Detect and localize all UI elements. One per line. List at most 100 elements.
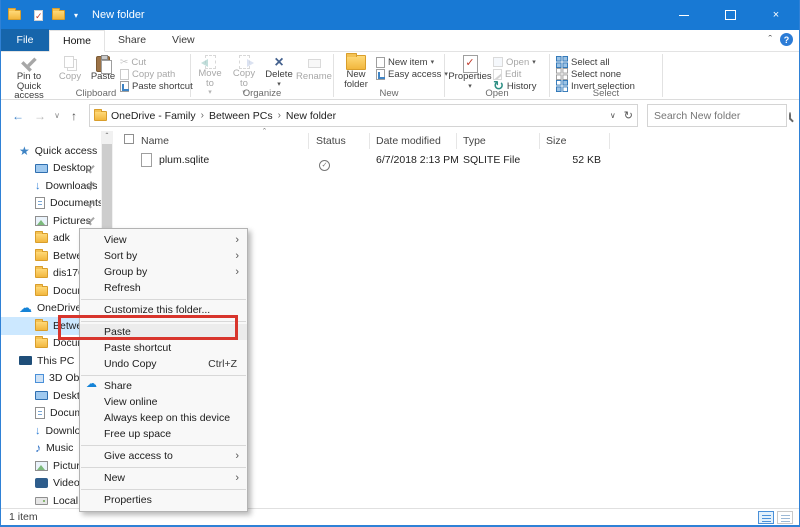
paste-icon (96, 56, 110, 72)
column-header-name[interactable]: Name (141, 131, 169, 151)
qat-new-folder-icon[interactable] (52, 10, 65, 20)
close-button[interactable]: × (753, 0, 799, 30)
column-header-date-modified[interactable]: Date modified (376, 131, 441, 151)
breadcrumb-onedrive[interactable]: OneDrive - Family (107, 110, 200, 122)
move-to-icon (205, 55, 216, 69)
easy-access-button[interactable]: Easy access ▾ (376, 69, 438, 80)
address-bar: ← → ∨ ↑ OneDrive - Family › Between PCs … (1, 100, 799, 131)
menu-item-share[interactable]: ☁Share (80, 378, 247, 394)
menu-label: Paste shortcut (104, 342, 171, 354)
column-header-type[interactable]: Type (463, 131, 486, 151)
maximize-button[interactable] (707, 0, 753, 30)
search-box (647, 104, 787, 127)
button-label: Delete (265, 70, 292, 80)
help-icon[interactable]: ? (780, 33, 793, 46)
file-icon (141, 153, 152, 167)
address-box[interactable]: OneDrive - Family › Between PCs › New fo… (89, 104, 638, 127)
select-all-button[interactable]: Select all (556, 57, 652, 68)
sidebar-item-downloads[interactable]: ↓Downloads (1, 177, 101, 195)
tab-share[interactable]: Share (105, 29, 159, 51)
minimize-button[interactable] (661, 0, 707, 30)
ribbon-group-clipboard: Pin to Quick access Copy Paste ✂ Cut (4, 52, 188, 100)
rename-icon (308, 59, 321, 68)
tab-view[interactable]: View (159, 29, 208, 51)
folder-icon (35, 338, 48, 348)
group-label-select: Select (552, 88, 660, 99)
sidebar-item-pictures[interactable]: Pictures (1, 212, 101, 230)
ribbon: Pin to Quick access Copy Paste ✂ Cut (1, 52, 799, 100)
move-to-button: Move to ▾ (193, 55, 227, 88)
scroll-up-icon[interactable]: ˆ (101, 131, 113, 143)
button-label: New folder (337, 70, 375, 89)
sidebar-item-desktop[interactable]: Desktop (1, 160, 101, 178)
qat-properties-icon[interactable]: ✓ (34, 10, 43, 21)
tab-home[interactable]: Home (49, 30, 105, 52)
item-count: 1 item (9, 511, 38, 523)
sidebar-item-documents[interactable]: Documents (1, 195, 101, 213)
pin-to-quick-access-button[interactable]: Pin to Quick access (4, 55, 54, 88)
back-icon[interactable]: ← (9, 100, 27, 131)
column-header-size[interactable]: Size (546, 131, 566, 151)
menu-item-view-online[interactable]: View online (80, 394, 247, 410)
ribbon-separator (662, 54, 663, 97)
onedrive-cloud-icon: ☁ (19, 303, 32, 313)
delete-button[interactable]: × Delete ▾ (261, 55, 297, 88)
new-folder-button[interactable]: New folder (336, 55, 376, 88)
sidebar-item-quick-access[interactable]: ★Quick access (1, 142, 101, 160)
cut-button: ✂ Cut (120, 57, 186, 68)
refresh-icon[interactable]: ↻ (624, 109, 633, 122)
menu-separator (81, 489, 246, 490)
ribbon-separator (333, 54, 334, 97)
details-view-button[interactable] (758, 511, 774, 524)
recent-locations-icon[interactable]: ∨ (51, 100, 63, 131)
tab-file[interactable]: File (1, 29, 49, 51)
menu-item-group-by[interactable]: Group by› (80, 264, 247, 280)
folder-icon (35, 233, 48, 243)
search-icon[interactable] (789, 112, 791, 120)
menu-item-give-access-to[interactable]: Give access to› (80, 448, 247, 464)
qat-dropdown-icon[interactable]: ▾ (74, 11, 78, 20)
videos-icon (35, 478, 48, 488)
search-input[interactable] (648, 110, 789, 122)
select-none-button[interactable]: Select none (556, 69, 652, 80)
folder-icon (35, 251, 48, 261)
explorer-window: ✓ ▾ New folder × File Home Share View ˆ … (0, 0, 800, 527)
cut-icon: ✂ (120, 57, 128, 68)
new-item-button[interactable]: New item ▾ (376, 57, 438, 68)
dropdown-caret-icon: ▾ (532, 58, 536, 66)
ribbon-group-open: ✓ Properties ▾ Open ▾ Edit ↻ (447, 52, 547, 100)
menu-label: Sort by (104, 250, 137, 262)
menu-label: Always keep on this device (104, 412, 230, 424)
column-divider (609, 133, 610, 149)
properties-icon: ✓ (463, 55, 478, 73)
menu-separator (81, 299, 246, 300)
menu-item-undo-copy[interactable]: Undo CopyCtrl+Z (80, 356, 247, 372)
menu-item-refresh[interactable]: Refresh (80, 280, 247, 296)
checkbox-icon (124, 134, 134, 144)
menu-item-sort-by[interactable]: Sort by› (80, 248, 247, 264)
column-header-status[interactable]: Status (316, 131, 346, 151)
menu-item-properties[interactable]: Properties (80, 492, 247, 508)
breadcrumb-between-pcs[interactable]: Between PCs (205, 110, 277, 122)
menu-item-free-up-space[interactable]: Free up space (80, 426, 247, 442)
app-folder-icon (8, 10, 21, 20)
sidebar-label: This PC (37, 355, 74, 367)
paste-button[interactable]: Paste (86, 55, 120, 88)
menu-item-paste-shortcut[interactable]: Paste shortcut (80, 340, 247, 356)
menu-label: Refresh (104, 282, 141, 294)
menu-label: View online (104, 396, 158, 408)
up-icon[interactable]: ↑ (65, 100, 83, 131)
large-icons-view-button[interactable] (777, 511, 793, 524)
menu-item-new[interactable]: New› (80, 470, 247, 486)
properties-button[interactable]: ✓ Properties ▾ (447, 55, 493, 88)
dropdown-caret-icon: ▾ (431, 58, 435, 66)
window-title: New folder (92, 9, 145, 21)
collapse-ribbon-icon[interactable]: ˆ (768, 34, 772, 46)
breadcrumb-new-folder[interactable]: New folder (282, 110, 340, 122)
header-checkbox[interactable] (124, 131, 134, 151)
submenu-arrow-icon: › (235, 448, 239, 464)
file-row-plum-sqlite[interactable]: plum.sqlite ✓ 6/7/2018 2:13 PM SQLITE Fi… (113, 151, 799, 170)
address-dropdown-icon[interactable]: ∨ (610, 111, 616, 120)
menu-item-always-keep-on-this-device[interactable]: Always keep on this device (80, 410, 247, 426)
menu-item-view[interactable]: View› (80, 232, 247, 248)
